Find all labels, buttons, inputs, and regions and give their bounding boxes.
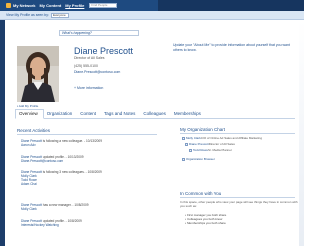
org-chart-heading: My Organization Chart <box>180 127 226 132</box>
profile-email-link[interactable]: Diane.Prescott@contoso.com <box>74 70 120 74</box>
update-about-me-message[interactable]: Update your "About Me" to provide inform… <box>173 43 298 52</box>
organization-browser-link[interactable]: Organization Browser <box>182 157 215 161</box>
in-common-bullet: Memberships you both share <box>185 221 226 225</box>
activity-text: is following 3 new colleagues. - 10/8/20… <box>41 170 102 174</box>
activity-text: has a new manager. - 10/8/2009 <box>41 203 89 207</box>
activity-text: is following a new colleague. - 10/13/20… <box>41 139 102 143</box>
add-photo-label: Add My Profile <box>18 104 39 108</box>
more-information-link[interactable]: + More information <box>74 86 103 90</box>
org-browser-icon <box>182 157 185 161</box>
tab-overview[interactable]: Overview <box>15 109 44 119</box>
sharepoint-logo-icon <box>6 3 11 8</box>
recent-activities-heading: Recent Activities <box>17 128 51 133</box>
org-person-title: Director of All Sales <box>208 142 235 146</box>
org-chart-item[interactable]: Todd Rowe Sr. Media Planner <box>189 148 232 152</box>
presence-icon <box>185 142 188 146</box>
nav-my-profile[interactable]: My Profile <box>65 3 84 8</box>
divider <box>180 133 295 134</box>
activity-detail-link[interactable]: Molly Clark Todd Rowe Adam Chai <box>21 174 156 186</box>
activity-item: Diane Prescott is following a new collea… <box>21 139 156 147</box>
activity-detail-link[interactable]: Aaron Adv <box>21 143 156 147</box>
org-person-title: Sr. Media Planner <box>208 148 232 152</box>
profile-phone: (425) 555-0100 <box>74 64 98 68</box>
tab-tags-and-notes[interactable]: Tags and Notes <box>101 111 140 118</box>
org-person-name: Diane Prescott <box>189 142 209 146</box>
activity-item: Diane Prescott updated profile. - 10/8/2… <box>21 219 156 227</box>
activity-item: Diane Prescott updated profile. - 10/13/… <box>21 155 156 163</box>
profile-panel: What's happening? ▪ Add My Profile Diane… <box>5 20 299 246</box>
presence-icon <box>182 136 185 140</box>
tab-organization[interactable]: Organization <box>44 111 78 118</box>
org-chart-item[interactable]: Molly Clark CIO of Online Ad Sales and A… <box>182 136 262 140</box>
tab-content[interactable]: Content <box>77 111 101 118</box>
status-placeholder: What's happening? <box>62 31 92 35</box>
divider <box>17 134 157 135</box>
view-as-bar: View My Profile as seen by: Everyone <box>0 11 304 20</box>
profile-tabs: Overview Organization Content Tags and N… <box>15 109 295 119</box>
in-common-heading: In Common with You <box>180 191 222 196</box>
activity-detail-link[interactable]: Interests/Hockey Watching <box>21 223 156 227</box>
activity-item: Diane Prescott is following 3 new collea… <box>21 170 156 186</box>
presence-icon <box>189 148 192 152</box>
org-person-name: Todd Rowe <box>193 148 209 152</box>
tab-colleagues[interactable]: Colleagues <box>140 111 171 118</box>
activity-item: Diane Prescott has a new manager. - 10/8… <box>21 203 156 211</box>
profile-photo-image <box>17 46 59 102</box>
view-as-select[interactable]: Everyone <box>50 12 69 18</box>
right-background-edge <box>299 20 304 246</box>
in-common-intro: In this space, other people who view you… <box>180 200 298 208</box>
nav-my-network[interactable]: My Network <box>13 3 35 8</box>
nav-my-content[interactable]: My Content <box>39 3 61 8</box>
find-people-search-input[interactable]: Find People <box>89 3 118 8</box>
org-person-name: Molly Clark <box>186 136 201 140</box>
activity-detail-link[interactable]: Diane.Prescott@contoso.com <box>21 159 156 163</box>
activity-detail-link[interactable]: Molly Clark <box>21 207 156 211</box>
org-browser-label: Organization Browser <box>186 157 215 161</box>
profile-job-title: Director of All Sales <box>74 56 105 60</box>
divider <box>180 197 295 198</box>
tab-memberships[interactable]: Memberships <box>171 111 206 118</box>
status-message-input[interactable]: What's happening? <box>59 30 139 36</box>
add-photo-link[interactable]: ▪ Add My Profile <box>17 104 38 108</box>
top-bar-shadow <box>158 0 304 11</box>
org-chart-item[interactable]: Diane Prescott Director of All Sales <box>185 142 235 146</box>
view-as-label: View My Profile as seen by: <box>6 13 49 17</box>
profile-photo <box>17 46 59 102</box>
profile-name: Diane Prescott <box>74 46 134 56</box>
org-person-title: CIO of Online Ad Sales and Affiliate Mar… <box>200 136 262 140</box>
top-navigation-bar: My Network My Content My Profile Find Pe… <box>0 0 304 11</box>
